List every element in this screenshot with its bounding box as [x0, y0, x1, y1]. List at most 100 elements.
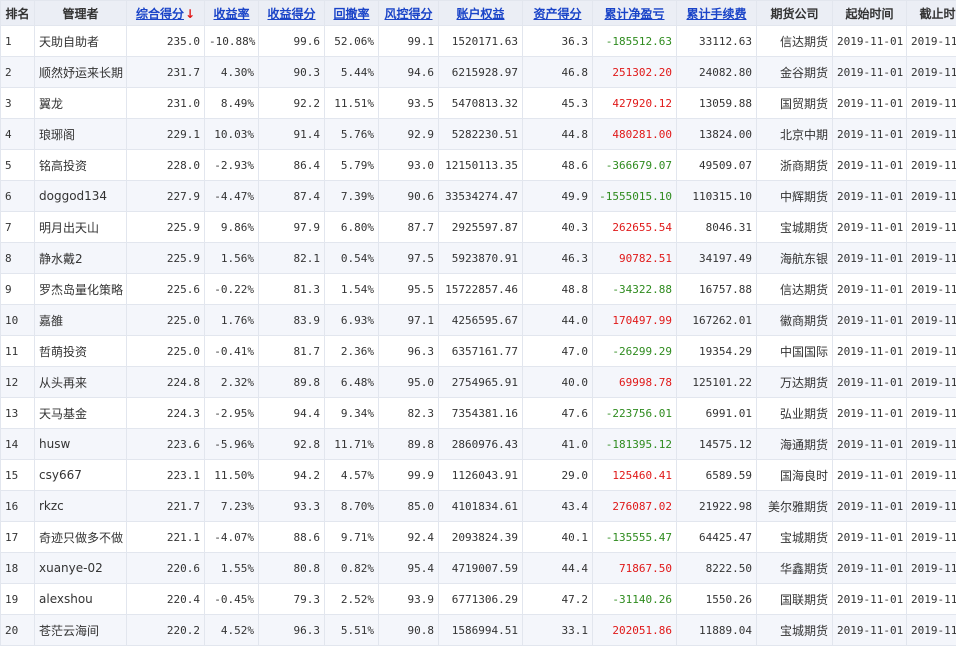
table-cell-rank: 8 [1, 243, 35, 274]
table-cell-end-date: 2019-11-29 [907, 429, 956, 460]
table-cell-asset-score: 48.6 [523, 150, 593, 181]
table-cell-end-date: 2019-11-29 [907, 305, 956, 336]
table-cell-asset-score: 43.4 [523, 491, 593, 522]
table-cell-fees: 13824.00 [677, 119, 757, 150]
table-cell-risk-score: 99.1 [379, 26, 439, 57]
header-asset-score-sortable[interactable]: 资产得分 [523, 1, 593, 26]
table-cell-return-score: 87.4 [259, 181, 325, 212]
table-cell-end-date: 2019-11-29 [907, 553, 956, 584]
table-cell-company: 宝城期货 [757, 522, 833, 553]
table-cell-risk-score: 95.0 [379, 367, 439, 398]
table-cell-asset-score: 44.0 [523, 305, 593, 336]
table-cell-start-date: 2019-11-01 [833, 398, 907, 429]
table-cell-risk-score: 95.4 [379, 553, 439, 584]
table-cell-start-date: 2019-11-01 [833, 584, 907, 615]
table-cell-net-pnl: -185512.63 [593, 26, 677, 57]
arrow-down-icon: ↓ [185, 7, 195, 21]
table-cell-rank: 12 [1, 367, 35, 398]
table-cell-equity: 33534274.47 [439, 181, 523, 212]
table-cell-fees: 13059.88 [677, 88, 757, 119]
table-cell-start-date: 2019-11-01 [833, 57, 907, 88]
table-cell-drawdown: 5.51% [325, 615, 379, 646]
table-cell-return-score: 96.3 [259, 615, 325, 646]
table-row: 8静水戴2225.91.56%82.10.54%97.55923870.9146… [1, 243, 956, 274]
table-cell-end-date: 2019-11-29 [907, 615, 956, 646]
table-cell-end-date: 2019-11-29 [907, 367, 956, 398]
table-cell-asset-score: 46.8 [523, 57, 593, 88]
table-cell-end-date: 2019-11-29 [907, 57, 956, 88]
table-cell-rank: 6 [1, 181, 35, 212]
table-cell-total-score: 221.1 [127, 522, 205, 553]
table-cell-total-score: 223.1 [127, 460, 205, 491]
table-cell-return-rate: 8.49% [205, 88, 259, 119]
table-row: 4琅琊阁229.110.03%91.45.76%92.95282230.5144… [1, 119, 956, 150]
header-return-score-sortable[interactable]: 收益得分 [259, 1, 325, 26]
table-cell-total-score: 225.6 [127, 274, 205, 305]
table-cell-total-score: 235.0 [127, 26, 205, 57]
table-cell-fees: 16757.88 [677, 274, 757, 305]
table-cell-drawdown: 0.54% [325, 243, 379, 274]
table-cell-equity: 6771306.29 [439, 584, 523, 615]
table-cell-equity: 2860976.43 [439, 429, 523, 460]
table-cell-net-pnl: -223756.01 [593, 398, 677, 429]
table-cell-company: 信达期货 [757, 274, 833, 305]
table-row: 2顺然妤运来长期231.74.30%90.35.44%94.66215928.9… [1, 57, 956, 88]
table-cell-company: 海通期货 [757, 429, 833, 460]
table-cell-end-date: 2019-11-29 [907, 491, 956, 522]
table-cell-net-pnl: 262655.54 [593, 212, 677, 243]
header-risk-score-sortable[interactable]: 风控得分 [379, 1, 439, 26]
table-cell-drawdown: 5.79% [325, 150, 379, 181]
table-row: 1天助自助者235.0-10.88%99.652.06%99.11520171.… [1, 26, 956, 57]
table-cell-equity: 4101834.61 [439, 491, 523, 522]
table-cell-fees: 8046.31 [677, 212, 757, 243]
table-cell-company: 宝城期货 [757, 615, 833, 646]
table-cell-equity: 6357161.77 [439, 336, 523, 367]
table-cell-net-pnl: 170497.99 [593, 305, 677, 336]
table-cell-return-rate: 4.52% [205, 615, 259, 646]
table-cell-end-date: 2019-11-29 [907, 336, 956, 367]
table-cell-net-pnl: -31140.26 [593, 584, 677, 615]
table-cell-start-date: 2019-11-01 [833, 26, 907, 57]
table-row: 3翼龙231.08.49%92.211.51%93.55470813.3245.… [1, 88, 956, 119]
table-cell-drawdown: 6.93% [325, 305, 379, 336]
table-cell-company: 国海良时 [757, 460, 833, 491]
table-cell-start-date: 2019-11-01 [833, 460, 907, 491]
table-cell-manager: 顺然妤运来长期 [35, 57, 127, 88]
table-cell-asset-score: 33.1 [523, 615, 593, 646]
table-cell-rank: 13 [1, 398, 35, 429]
table-cell-total-score: 225.0 [127, 305, 205, 336]
table-body: 1天助自助者235.0-10.88%99.652.06%99.11520171.… [1, 26, 956, 646]
table-cell-end-date: 2019-11-29 [907, 243, 956, 274]
table-cell-manager: 哲萌投资 [35, 336, 127, 367]
header-return-rate-sortable[interactable]: 收益率 [205, 1, 259, 26]
header-total-score-sortable[interactable]: 综合得分↓ [127, 1, 205, 26]
table-cell-rank: 7 [1, 212, 35, 243]
table-row: 14husw223.6-5.96%92.811.71%89.82860976.4… [1, 429, 956, 460]
table-row: 16rkzc221.77.23%93.38.70%85.04101834.614… [1, 491, 956, 522]
table-cell-total-score: 220.4 [127, 584, 205, 615]
table-cell-equity: 7354381.16 [439, 398, 523, 429]
table-cell-end-date: 2019-11-29 [907, 212, 956, 243]
table-row: 12从头再来224.82.32%89.86.48%95.02754965.914… [1, 367, 956, 398]
table-cell-manager: 琅琊阁 [35, 119, 127, 150]
table-cell-start-date: 2019-11-01 [833, 119, 907, 150]
table-cell-return-score: 97.9 [259, 212, 325, 243]
header-net-pnl-sortable[interactable]: 累计净盈亏 [593, 1, 677, 26]
table-cell-equity: 2093824.39 [439, 522, 523, 553]
header-end: 截止时间 [907, 1, 956, 26]
table-cell-manager: doggod134 [35, 181, 127, 212]
table-cell-company: 金谷期货 [757, 57, 833, 88]
table-cell-net-pnl: 251302.20 [593, 57, 677, 88]
table-cell-asset-score: 29.0 [523, 460, 593, 491]
header-equity-sortable[interactable]: 账户权益 [439, 1, 523, 26]
header-drawdown-sortable[interactable]: 回撤率 [325, 1, 379, 26]
table-cell-rank: 3 [1, 88, 35, 119]
table-cell-net-pnl: 71867.50 [593, 553, 677, 584]
table-cell-company: 国联期货 [757, 584, 833, 615]
table-cell-asset-score: 47.0 [523, 336, 593, 367]
table-cell-company: 国贸期货 [757, 88, 833, 119]
table-cell-start-date: 2019-11-01 [833, 336, 907, 367]
table-cell-return-score: 90.3 [259, 57, 325, 88]
header-fees-sortable[interactable]: 累计手续费 [677, 1, 757, 26]
table-cell-return-score: 86.4 [259, 150, 325, 181]
